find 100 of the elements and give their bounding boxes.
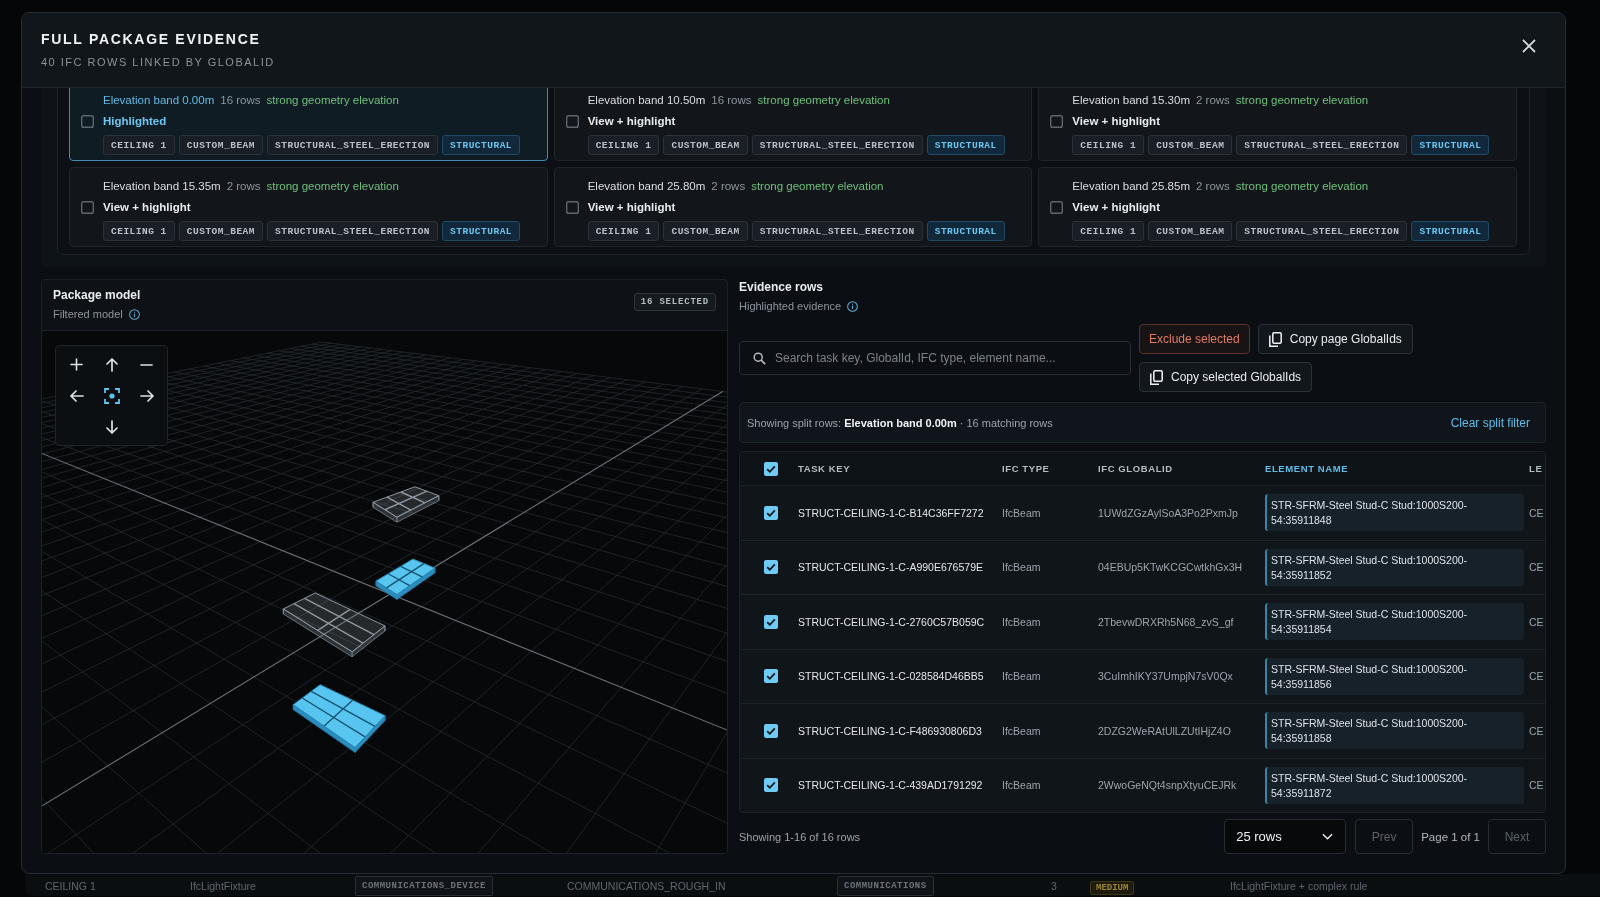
elevation-band-card[interactable]: Elevation band 25.85m 2 rows strong geometry elevation View + highlight CEILING 1 CUSTOM_BEAM STRUCTURAL_STEEL_ERECTION STRUCTURAL	[1038, 167, 1517, 247]
target-icon	[103, 387, 120, 404]
band-quality: strong geometry elevation	[266, 179, 399, 194]
column-header[interactable]: ELEMENT NAME	[1258, 463, 1524, 474]
table-cell-text: CE	[1528, 506, 1545, 519]
band-title: Elevation band 25.85m	[1072, 179, 1190, 194]
band-row-count: 2 rows	[711, 179, 746, 194]
category-tag: CEILING 1	[1072, 221, 1145, 241]
panel-subtitle: Filtered model	[53, 307, 123, 322]
category-tag: CEILING 1	[103, 135, 175, 155]
background-tag: COMMUNICATIONS_DEVICE	[355, 876, 493, 896]
arrow-down-icon	[105, 419, 118, 434]
category-tag: STRUCTURAL_STEEL_ERECTION	[751, 135, 923, 155]
discipline-tag: STRUCTURAL	[926, 135, 1005, 155]
table-cell-text: 1UWdZGzAylSoA3Po2PxmJp	[1097, 506, 1239, 519]
category-tag: STRUCTURAL_STEEL_ERECTION	[1236, 221, 1408, 241]
column-header[interactable]: IFC GLOBALID	[1091, 463, 1258, 474]
table-cell-text: IfcBeam	[1001, 561, 1042, 574]
table-cell-text: 2TbevwDRXRh5N68_zvS_gf	[1097, 615, 1235, 628]
background-cell: IfcLightFixture + complex rule	[1230, 880, 1368, 892]
table-cell-text: IfcBeam	[1001, 724, 1042, 737]
band-row-count: 2 rows	[1195, 93, 1230, 108]
table-cell-text: STRUCT-CEILING-1-C-A990E676579E	[797, 561, 984, 574]
table-cell-text: STRUCT-CEILING-1-C-B14C36FF7272	[797, 506, 985, 519]
band-action-label: View + highlight	[1072, 115, 1160, 127]
section-title: Evidence rows	[739, 279, 825, 295]
background-cell: CEILING 1	[45, 880, 96, 892]
category-tag: STRUCTURAL_STEEL_ERECTION	[751, 221, 923, 241]
band-title: Elevation band 10.50m	[587, 93, 706, 108]
category-tag: CUSTOM_BEAM	[178, 221, 264, 241]
discipline-tag: STRUCTURAL	[442, 221, 521, 241]
background-cell: IfcLightFixture	[190, 880, 256, 892]
category-tag: CUSTOM_BEAM	[663, 135, 748, 155]
checkbox[interactable]	[1050, 114, 1064, 128]
element-name-cell: STR-SFRM-Steel Stud-C Stud:1000S200-54:35911872	[1265, 766, 1524, 804]
table-cell-text: CE	[1528, 779, 1545, 792]
checkbox[interactable]	[565, 200, 579, 214]
element-name-cell: STR-SFRM-Steel Stud-C Stud:1000S200-54:35911848	[1265, 494, 1524, 532]
clear-filter-link[interactable]: Clear split filter	[1450, 415, 1530, 430]
band-row-count: 16 rows	[220, 93, 261, 108]
copy-button[interactable]: Copy selected GlobalIds	[1139, 362, 1313, 392]
category-tag: STRUCTURAL_STEEL_ERECTION	[1236, 135, 1408, 155]
checkbox[interactable]	[81, 200, 94, 214]
copy-button[interactable]: Copy page GlobalIds	[1257, 324, 1413, 354]
category-tag: STRUCTURAL_STEEL_ERECTION	[267, 221, 439, 241]
band-title: Elevation band 15.35m	[103, 179, 221, 194]
elevation-band-card[interactable]: Elevation band 0.00m 16 rows strong geometry elevation Highlighted CEILING 1 CUSTOM_BEAM STRUCTURAL_STEEL_ERECTION STRUCTURAL	[69, 88, 548, 161]
table-cell-text: CE	[1528, 615, 1545, 628]
chevron-down-icon	[1322, 833, 1334, 840]
element-name-cell: STR-SFRM-Steel Stud-C Stud:1000S200-54:35911852	[1265, 548, 1524, 586]
band-quality: strong geometry elevation	[751, 179, 884, 194]
dialog-title: FULL PACKAGE EVIDENCE	[41, 30, 262, 48]
priority-tag: MEDIUM	[1090, 881, 1135, 895]
copy-icon	[1268, 331, 1282, 347]
background-tag: COMMUNICATIONS	[837, 876, 934, 896]
element-name-cell: STR-SFRM-Steel Stud-C Stud:1000S200-54:35911854	[1265, 603, 1524, 641]
column-header[interactable]: TASK KEY	[791, 463, 995, 474]
selection-count-badge: 16 SELECTED	[633, 293, 716, 311]
row-checkbox[interactable]	[764, 560, 778, 575]
exclude-button[interactable]: Exclude selected	[1139, 324, 1250, 354]
table-cell-text: 2DZG2WeRAtUlLZUtIHjZ4O	[1097, 724, 1232, 737]
row-checkbox[interactable]	[764, 669, 778, 684]
band-action-label: Highlighted	[103, 115, 167, 127]
table-cell-text: STRUCT-CEILING-1-C-F486930806D3	[797, 724, 983, 737]
discipline-tag: STRUCTURAL	[1411, 135, 1490, 155]
page-size-select[interactable]: 25 rows	[1224, 819, 1347, 854]
arrow-up-icon	[105, 357, 118, 372]
discipline-tag: STRUCTURAL	[442, 135, 521, 155]
close-icon	[1522, 39, 1536, 53]
category-tag: CUSTOM_BEAM	[178, 135, 264, 155]
discipline-tag: STRUCTURAL	[926, 221, 1005, 241]
band-quality: strong geometry elevation	[1235, 93, 1369, 108]
table-cell-text: CE	[1528, 724, 1545, 737]
arrow-left-icon	[69, 389, 84, 402]
column-header[interactable]: IFC TYPE	[995, 463, 1091, 474]
table-cell-text: 2WwoGeNQt4snpXtyuCEJRk	[1097, 779, 1238, 792]
checkbox[interactable]	[1050, 200, 1064, 214]
info-icon[interactable]	[128, 308, 140, 320]
elevation-band-card[interactable]: Elevation band 15.35m 2 rows strong geometry elevation View + highlight CEILING 1 CUSTOM_BEAM STRUCTURAL_STEEL_ERECTION STRUCTURAL	[69, 167, 548, 247]
elevation-band-card[interactable]: Elevation band 10.50m 16 rows strong geometry elevation View + highlight CEILING 1 CUSTOM_BEAM STRUCTURAL_STEEL_ERECTION STRUCTURAL	[553, 88, 1033, 161]
column-header[interactable]: LE	[1524, 463, 1545, 474]
table-cell-text: 04EBUp5KTwKCGCwtkhGx3H	[1097, 561, 1244, 574]
row-checkbox[interactable]	[764, 723, 778, 738]
checkbox[interactable]	[565, 114, 579, 128]
row-checkbox[interactable]	[764, 614, 778, 629]
band-quality: strong geometry elevation	[1235, 179, 1369, 194]
band-title: Elevation band 0.00m	[103, 93, 215, 108]
row-checkbox[interactable]	[764, 505, 778, 520]
element-name-cell: STR-SFRM-Steel Stud-C Stud:1000S200-54:35911858	[1265, 712, 1524, 750]
search-field[interactable]: Search task key, GlobalId, IFC type, element name...	[739, 341, 1131, 375]
select-all-checkbox[interactable]	[764, 461, 778, 476]
table-cell-text: STRUCT-CEILING-1-C-028584D46BB5	[797, 670, 985, 683]
band-action-label: View + highlight	[587, 201, 676, 213]
row-checkbox[interactable]	[764, 778, 778, 793]
info-icon[interactable]	[847, 300, 859, 312]
elevation-band-card[interactable]: Elevation band 15.30m 2 rows strong geometry elevation View + highlight CEILING 1 CUSTOM_BEAM STRUCTURAL_STEEL_ERECTION STRUCTURAL	[1038, 88, 1517, 161]
elevation-band-card[interactable]: Elevation band 25.80m 2 rows strong geometry elevation View + highlight CEILING 1 CUSTOM_BEAM STRUCTURAL_STEEL_ERECTION STRUCTURAL	[553, 167, 1033, 247]
band-title: Elevation band 25.80m	[587, 179, 706, 194]
checkbox[interactable]	[81, 114, 94, 128]
search-icon	[753, 351, 766, 365]
